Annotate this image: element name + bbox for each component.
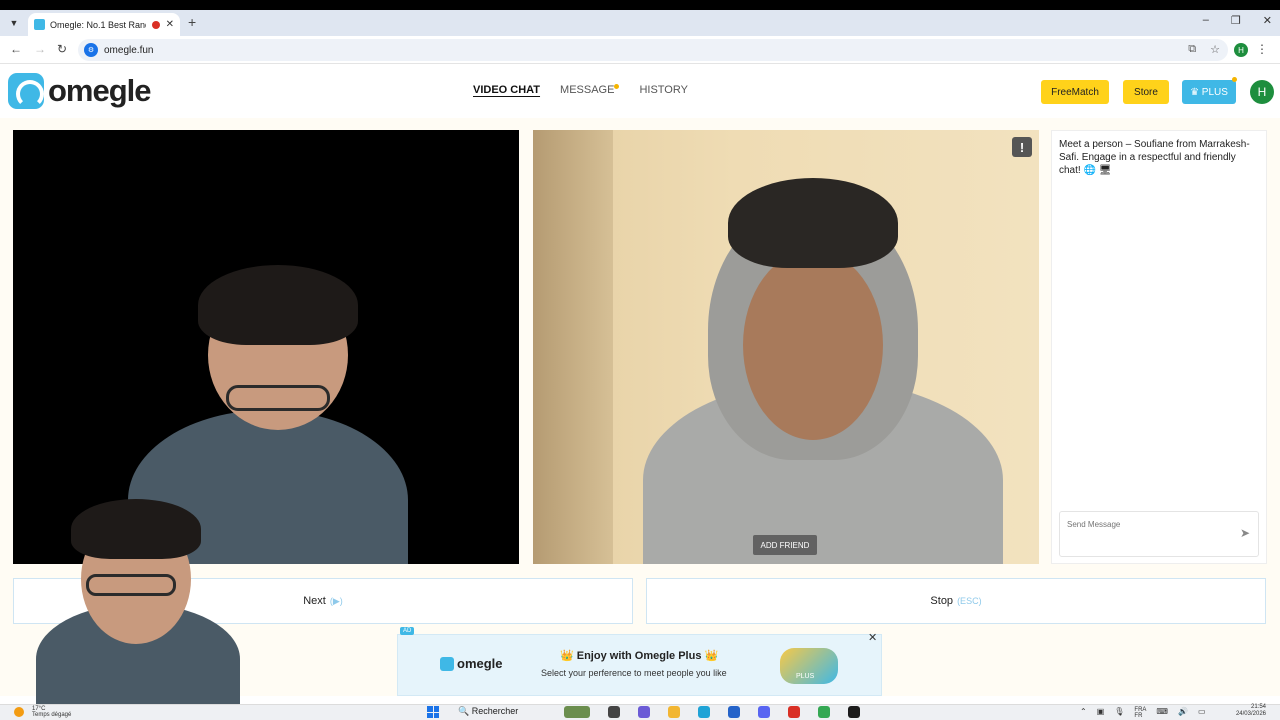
message-notification-dot: [614, 84, 620, 89]
ad-plus-label: PLUS: [796, 673, 815, 680]
user-avatar[interactable]: H: [1250, 80, 1274, 104]
task-view-icon[interactable]: [608, 706, 620, 718]
url-bar[interactable]: ⚙ omegle.fun: [78, 39, 1228, 61]
address-bar-row: ← → ↻ ⚙ omegle.fun ⧉ ☆: [0, 36, 1280, 64]
stop-button[interactable]: Stop (ESC): [646, 578, 1266, 624]
close-window-icon[interactable]: ✕: [1263, 14, 1272, 27]
terminal-app-icon[interactable]: [848, 706, 860, 718]
main-nav: VIDEO CHAT MESSAGE HISTORY: [473, 84, 688, 96]
local-person-hair: [198, 265, 358, 345]
chat-panel: Meet a person – Soufiane from Marrakesh-…: [1051, 130, 1267, 564]
chrome-icon[interactable]: [818, 706, 830, 718]
screen-top-bar: [0, 0, 1280, 10]
omegle-favicon-icon: [34, 19, 45, 30]
site-info-icon[interactable]: ⚙: [84, 43, 98, 57]
battery-icon[interactable]: ▭: [1198, 707, 1206, 719]
streamer-glasses: [86, 574, 176, 596]
browser-tab-omegle[interactable]: Omegle: No.1 Best Random ✕: [28, 13, 180, 36]
add-friend-button[interactable]: ADD FRIEND: [753, 535, 817, 555]
file-explorer-icon[interactable]: [668, 706, 680, 718]
remote-person-face: [743, 250, 883, 440]
omegle-logo[interactable]: omegle: [8, 73, 152, 109]
remote-video-feed: [533, 130, 1039, 564]
tab-close-icon[interactable]: ✕: [166, 19, 174, 30]
plus-notification-dot: [1232, 77, 1237, 82]
window-controls: – ❐ ✕: [1203, 14, 1272, 27]
ad-title: 👑 Enjoy with Omegle Plus 👑: [560, 650, 719, 662]
tab-list-chevron-icon[interactable]: ▼: [6, 15, 22, 31]
teams-icon[interactable]: [638, 706, 650, 718]
url-bar-actions: ⧉ ☆: [1188, 43, 1220, 56]
store-app-icon[interactable]: [728, 706, 740, 718]
chat-intro-message: Meet a person – Soufiane from Marrakesh-…: [1059, 139, 1250, 176]
nav-history[interactable]: HISTORY: [639, 84, 688, 96]
nav-message-wrap[interactable]: MESSAGE: [560, 84, 620, 96]
bookmark-star-icon[interactable]: ☆: [1210, 43, 1220, 56]
discord-icon[interactable]: [758, 706, 770, 718]
edge-icon[interactable]: [698, 706, 710, 718]
ad-subtitle: Select your perference to meet people yo…: [541, 668, 727, 678]
language-sub: FR: [1134, 713, 1143, 719]
remote-person-cap: [728, 178, 898, 268]
plus-button[interactable]: ♛ PLUS: [1182, 80, 1236, 104]
restore-icon[interactable]: ❐: [1231, 14, 1241, 27]
taskbar-clock[interactable]: 21:54 24/03/2026: [1206, 704, 1266, 718]
logo-text: omegle: [48, 73, 152, 108]
site-header: omegle VIDEO CHAT MESSAGE HISTORY FreeMa…: [0, 64, 1280, 118]
taskbar-apps: [564, 706, 860, 718]
tray-chevron-up-icon[interactable]: ⌃: [1080, 707, 1087, 719]
recorder-app-icon[interactable]: [788, 706, 800, 718]
translate-icon[interactable]: ⧉: [1188, 43, 1196, 56]
store-button[interactable]: Store: [1123, 80, 1169, 104]
system-tray: ⌃ ▣ 🎙 FRA FR ⌨ 🔊 ▭: [1080, 707, 1206, 719]
volume-icon[interactable]: 🔊: [1178, 707, 1188, 719]
chat-input-box[interactable]: ➤: [1059, 511, 1259, 557]
report-button[interactable]: !: [1012, 137, 1032, 157]
network-icon[interactable]: ⌨: [1156, 707, 1168, 719]
stop-shortcut-hint: (ESC): [957, 596, 982, 606]
weather-sun-icon[interactable]: [14, 707, 24, 717]
remote-wall-edge: [533, 130, 613, 564]
freematch-button[interactable]: FreeMatch: [1041, 80, 1109, 104]
nav-message[interactable]: MESSAGE: [560, 84, 614, 96]
taskbar-search[interactable]: 🔍 Rechercher: [458, 706, 518, 717]
reload-icon[interactable]: ↻: [57, 42, 67, 56]
stop-label: Stop: [930, 595, 954, 607]
streamer-webcam-overlay: [36, 494, 240, 706]
local-person-glasses: [226, 385, 330, 411]
tray-mic-icon[interactable]: 🎙: [1114, 707, 1124, 719]
new-tab-plus-icon[interactable]: +: [188, 14, 196, 30]
tab-title: Omegle: No.1 Best Random: [50, 19, 146, 30]
send-paper-plane-icon[interactable]: ➤: [1240, 526, 1250, 540]
ad-close-icon[interactable]: ✕: [868, 631, 877, 644]
browser-profile-avatar[interactable]: H: [1234, 43, 1248, 57]
nav-video-chat[interactable]: VIDEO CHAT: [473, 84, 540, 96]
ad-tag: AD: [400, 627, 415, 635]
next-shortcut-hint: (▶): [329, 595, 343, 606]
tray-app-icon[interactable]: ▣: [1097, 707, 1105, 719]
weather-widget[interactable]: 17°C Temps dégagé: [32, 706, 71, 718]
clock-time: 21:54: [1250, 704, 1266, 710]
ad-omegle-logo: omegle: [440, 656, 503, 671]
widgets-icon[interactable]: [564, 706, 590, 718]
omegle-logo-icon: [8, 73, 44, 109]
windows-start-icon[interactable]: [427, 706, 439, 718]
language-indicator[interactable]: FRA FR: [1134, 707, 1146, 719]
browser-menu-icon[interactable]: ⋮: [1256, 42, 1268, 56]
next-label: Next: [303, 595, 326, 607]
url-text[interactable]: omegle.fun: [104, 45, 153, 56]
ad-logo-text: omegle: [457, 656, 503, 671]
clock-date: 24/03/2026: [1235, 711, 1266, 717]
browser-tab-strip: ▼ Omegle: No.1 Best Random ✕ + – ❐ ✕: [0, 10, 1280, 36]
taskbar-search-label: Rechercher: [471, 706, 519, 716]
ad-logo-icon: [440, 656, 454, 671]
recording-indicator-icon: [151, 20, 160, 29]
minimize-icon[interactable]: –: [1203, 14, 1209, 27]
streamer-hair: [71, 499, 201, 559]
send-message-input[interactable]: [1067, 520, 1227, 529]
weather-desc: Temps dégagé: [32, 712, 72, 718]
forward-arrow-icon[interactable]: →: [34, 42, 46, 56]
back-arrow-icon[interactable]: ←: [10, 42, 22, 56]
